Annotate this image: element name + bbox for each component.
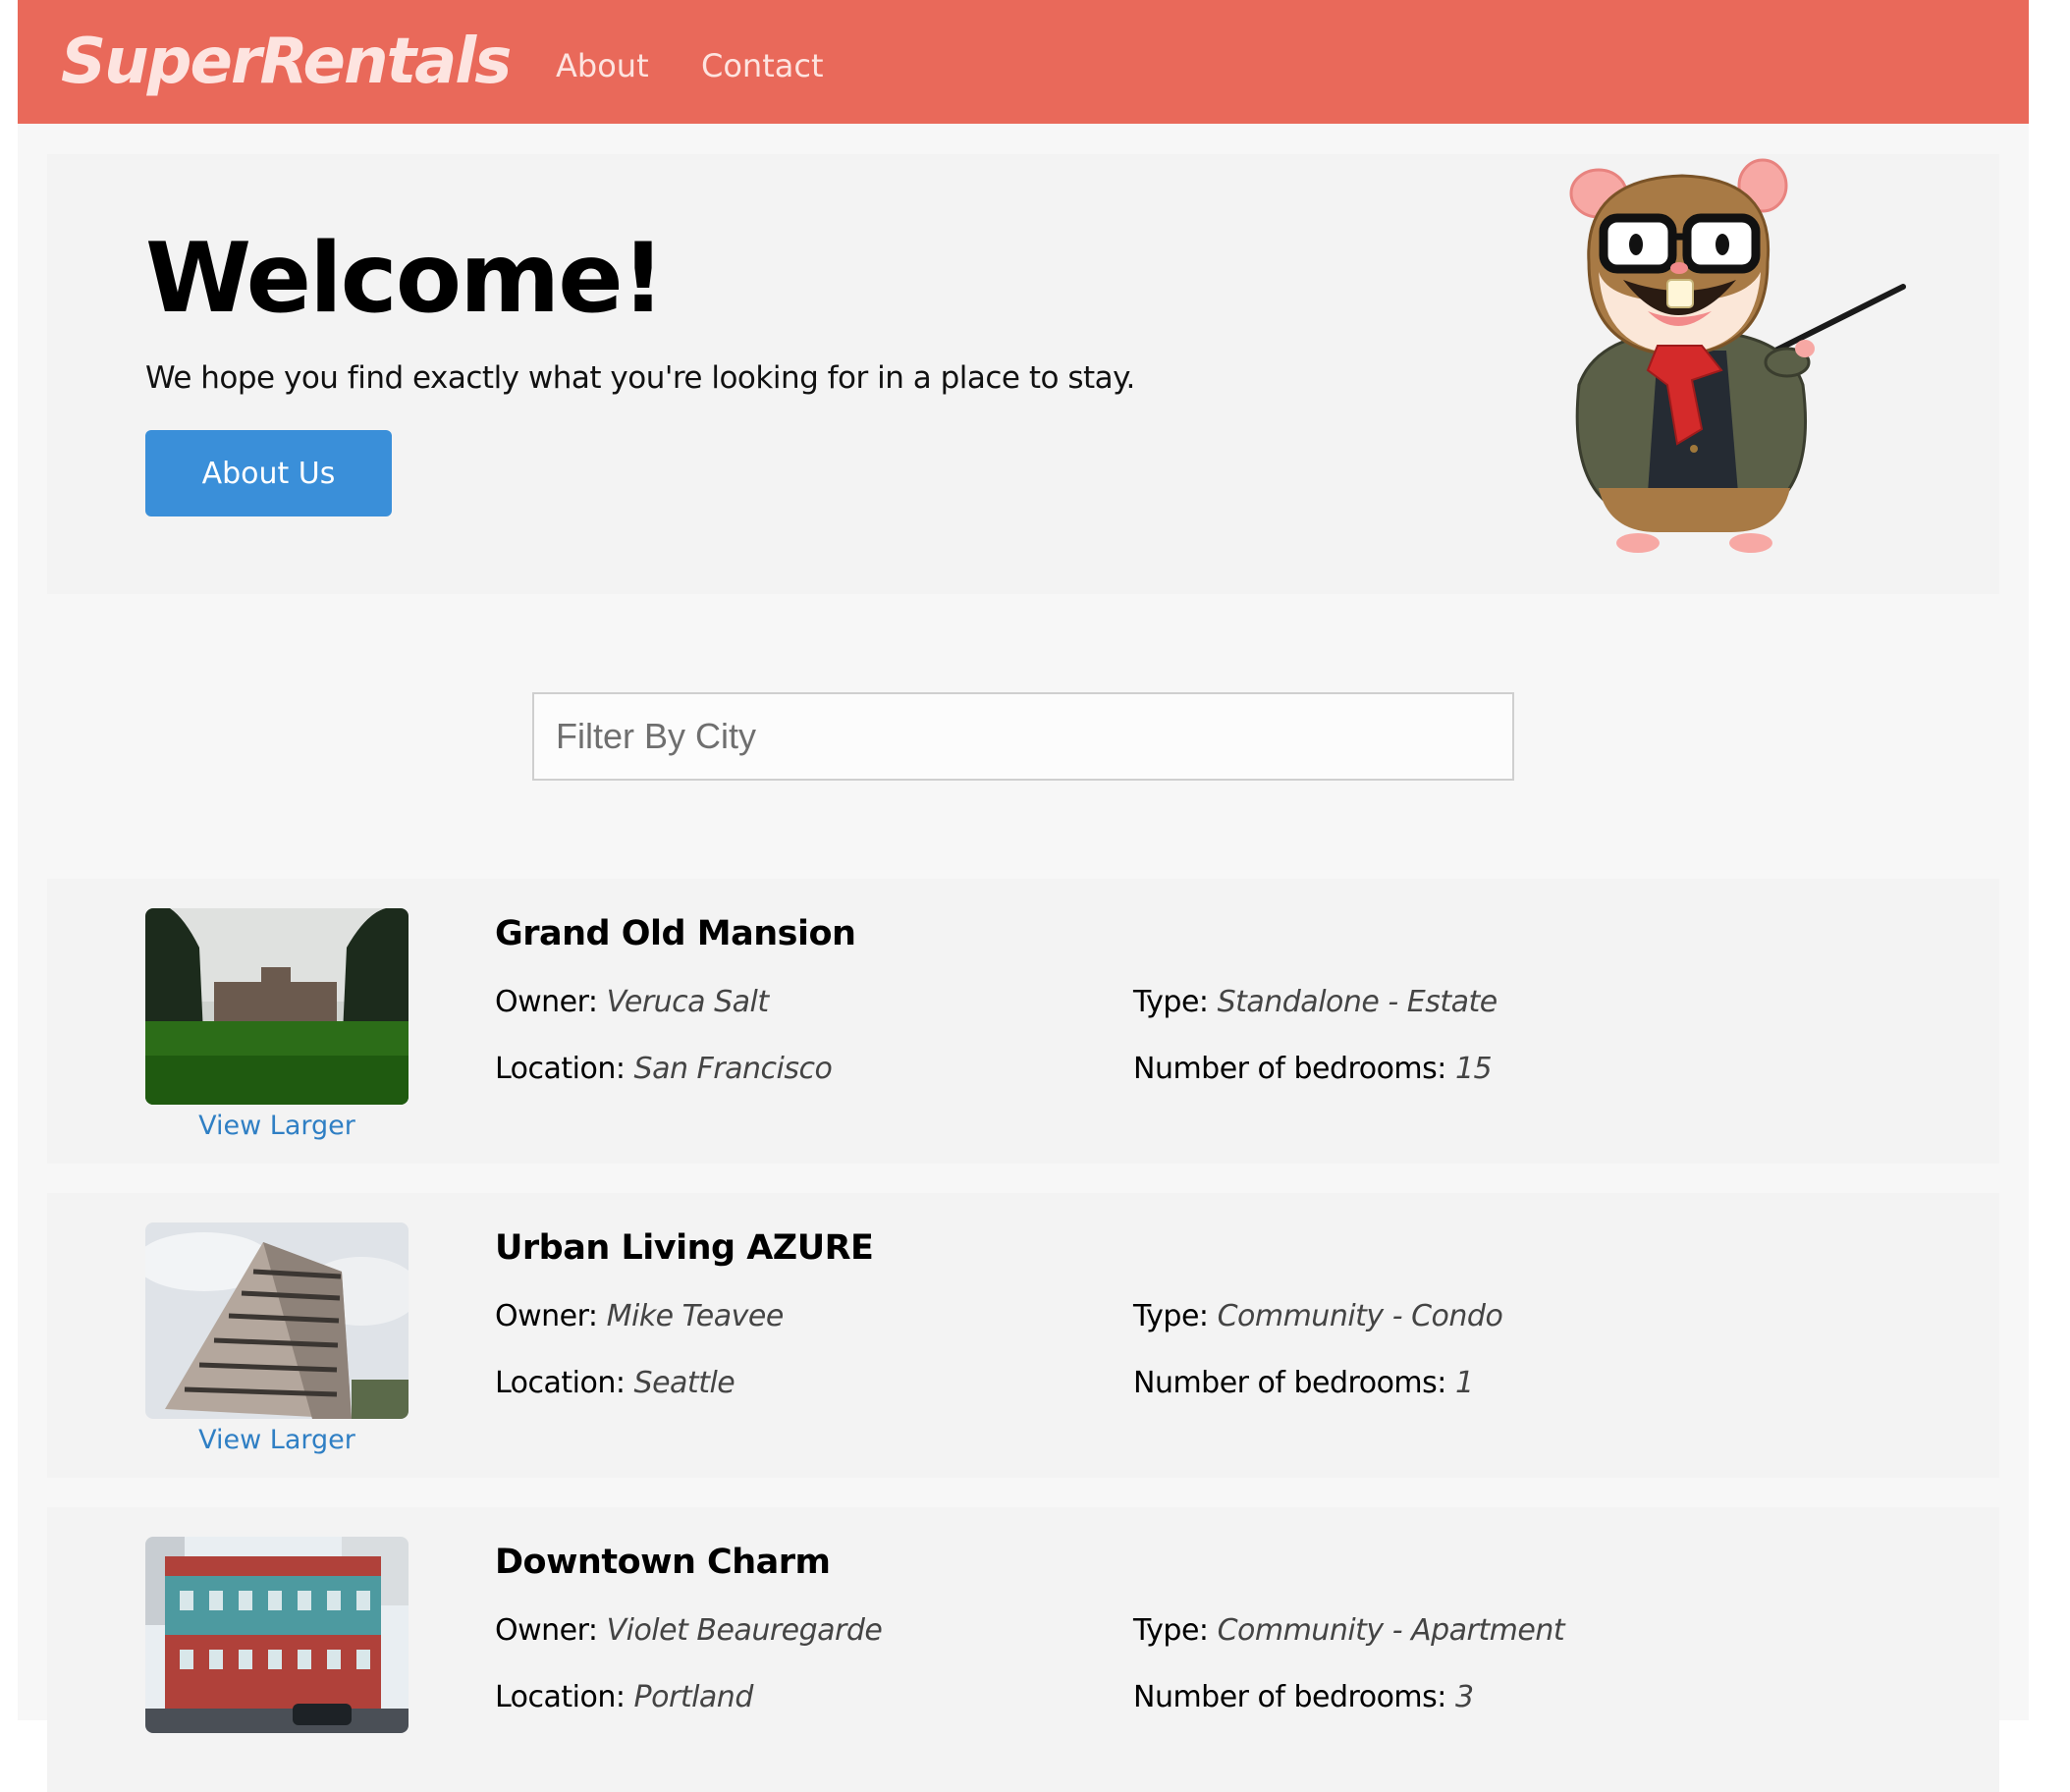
rental-image-downtown-charm[interactable] bbox=[145, 1537, 409, 1733]
rental-bedrooms: Number of bedrooms: 1 bbox=[1133, 1366, 1474, 1400]
location-label: Location: bbox=[495, 1366, 626, 1400]
rental-location: Location: Seattle bbox=[495, 1366, 735, 1400]
welcome-jumbotron: Welcome! We hope you find exactly what y… bbox=[47, 154, 1999, 594]
rental-location: Location: Portland bbox=[495, 1680, 753, 1714]
page-title: Welcome! bbox=[145, 223, 665, 335]
owner-label: Owner: bbox=[495, 1613, 598, 1648]
bedrooms-label: Number of bedrooms: bbox=[1133, 1366, 1446, 1400]
bedrooms-value: 1 bbox=[1454, 1366, 1474, 1400]
rental-bedrooms: Number of bedrooms: 3 bbox=[1133, 1680, 1474, 1714]
rental-type: Type: Community - Apartment bbox=[1133, 1613, 1565, 1648]
top-nav-bar: SuperRentals About Contact bbox=[18, 0, 2029, 124]
brand-logo-link[interactable]: SuperRentals bbox=[61, 26, 512, 98]
location-label: Location: bbox=[495, 1680, 626, 1714]
bedrooms-value: 15 bbox=[1454, 1052, 1493, 1086]
view-larger-link[interactable]: View Larger bbox=[145, 1425, 409, 1455]
bedrooms-label: Number of bedrooms: bbox=[1133, 1052, 1446, 1086]
rental-listing: Downtown Charm Owner: Violet Beauregarde… bbox=[47, 1507, 1999, 1792]
nav-link-about[interactable]: About bbox=[556, 47, 649, 84]
rental-listing: View Larger Grand Old Mansion Owner: Ver… bbox=[47, 879, 1999, 1164]
location-value: Portland bbox=[633, 1680, 754, 1714]
nav-link-contact[interactable]: Contact bbox=[701, 47, 824, 84]
type-value: Community - Condo bbox=[1217, 1299, 1503, 1333]
rental-image-urban-living[interactable] bbox=[145, 1222, 409, 1419]
rental-listing: View Larger Urban Living AZURE Owner: Mi… bbox=[47, 1193, 1999, 1478]
tomster-hamster-icon bbox=[1569, 158, 1906, 553]
rental-type: Type: Community - Condo bbox=[1133, 1299, 1503, 1333]
rental-title: Urban Living AZURE bbox=[495, 1228, 874, 1268]
location-value: Seattle bbox=[633, 1366, 735, 1400]
page: SuperRentals About Contact Welcome! We h… bbox=[18, 0, 2029, 1792]
view-larger-link[interactable]: View Larger bbox=[145, 1111, 409, 1141]
owner-label: Owner: bbox=[495, 1299, 598, 1333]
owner-label: Owner: bbox=[495, 985, 598, 1019]
type-label: Type: bbox=[1133, 1299, 1209, 1333]
owner-value: Veruca Salt bbox=[606, 985, 770, 1019]
rental-location: Location: San Francisco bbox=[495, 1052, 833, 1086]
type-label: Type: bbox=[1133, 985, 1209, 1019]
location-value: San Francisco bbox=[633, 1052, 833, 1086]
city-filter bbox=[532, 692, 1514, 781]
rental-type: Type: Standalone - Estate bbox=[1133, 985, 1498, 1019]
location-label: Location: bbox=[495, 1052, 626, 1086]
rental-owner: Owner: Violet Beauregarde bbox=[495, 1613, 883, 1648]
welcome-tagline: We hope you find exactly what you're loo… bbox=[145, 360, 1135, 396]
type-value: Standalone - Estate bbox=[1217, 985, 1498, 1019]
bedrooms-value: 3 bbox=[1454, 1680, 1474, 1714]
rental-title: Downtown Charm bbox=[495, 1543, 831, 1582]
bedrooms-label: Number of bedrooms: bbox=[1133, 1680, 1446, 1714]
about-us-button[interactable]: About Us bbox=[145, 430, 392, 516]
type-label: Type: bbox=[1133, 1613, 1209, 1648]
owner-value: Violet Beauregarde bbox=[606, 1613, 883, 1648]
rental-bedrooms: Number of bedrooms: 15 bbox=[1133, 1052, 1493, 1086]
rental-owner: Owner: Mike Teavee bbox=[495, 1299, 784, 1333]
rental-owner: Owner: Veruca Salt bbox=[495, 985, 769, 1019]
rental-title: Grand Old Mansion bbox=[495, 914, 856, 953]
filter-by-city-input[interactable] bbox=[532, 692, 1514, 781]
owner-value: Mike Teavee bbox=[606, 1299, 785, 1333]
rental-image-mansion[interactable] bbox=[145, 908, 409, 1105]
type-value: Community - Apartment bbox=[1217, 1613, 1565, 1648]
